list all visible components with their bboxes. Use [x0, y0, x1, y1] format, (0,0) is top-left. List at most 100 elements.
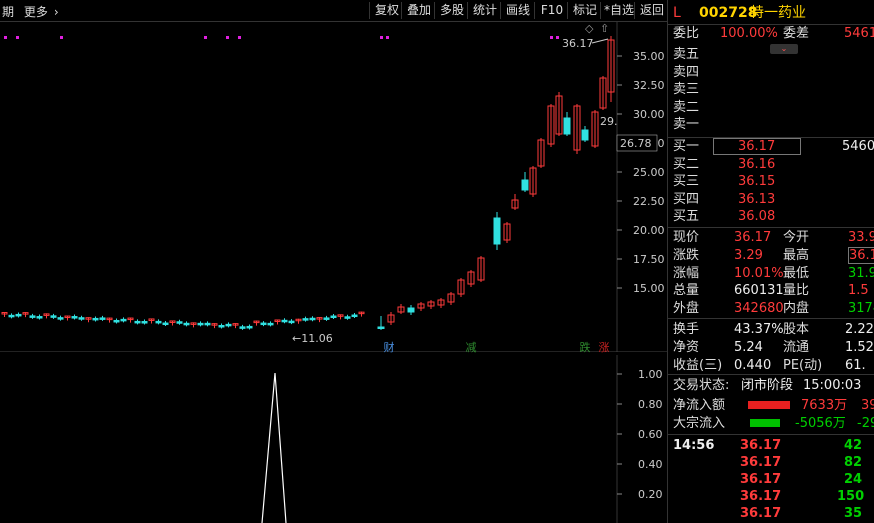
sell-level-label: 卖四	[673, 64, 700, 80]
sell-level-row: 卖四	[668, 64, 874, 81]
marker-dot	[226, 36, 229, 39]
buy-level-label: 买四	[673, 191, 700, 207]
wei-bi-row: 委比 100.00% 委差 5461	[668, 25, 874, 42]
stat-row: 收益(三) 0.440 PE(动) 61.	[668, 357, 874, 374]
candle-body	[183, 322, 190, 326]
price-tick-label: 17.50	[633, 253, 665, 266]
sell-level-label: 卖五	[673, 47, 700, 62]
low-price-label: ←11.06	[292, 332, 333, 345]
candle-body	[581, 129, 589, 141]
stats-button[interactable]: 统计	[467, 2, 502, 19]
period-label[interactable]: 期	[2, 5, 14, 19]
buy-level-price: 36.16	[738, 156, 776, 172]
net-inflow-bar	[748, 401, 790, 409]
back-button[interactable]: 返回	[634, 2, 669, 19]
tick-price: 36.17	[740, 489, 782, 504]
candlestick-chart[interactable]: 35.0032.5030.0027.5025.0022.5020.0017.50…	[0, 22, 667, 352]
price-tick-label: 32.50	[633, 79, 665, 92]
multi-stock-button[interactable]: 多股	[434, 2, 469, 19]
stat-value: 1.52亿	[845, 339, 874, 355]
stat-value: 1.5	[848, 283, 869, 299]
event-badge-finance[interactable]: 财	[382, 341, 396, 354]
tick-price: 36.17	[740, 438, 782, 453]
candle-body	[57, 317, 64, 320]
tick-price: 36.17	[740, 472, 782, 487]
candle-body	[563, 117, 571, 135]
stat-value: 36.1	[848, 246, 874, 264]
candle-body	[302, 318, 309, 321]
fuquan-button[interactable]: 复权	[369, 2, 404, 19]
stat-value: 10.01%	[734, 265, 784, 281]
chart-toolbar: 期 更多 › 复权 叠加 多股 统计 画线 F10 标记 *自选 返回	[0, 0, 667, 22]
sell-level-label: 卖三	[673, 82, 700, 97]
indicator-chart[interactable]: 1.00 0.80 0.60 0.40 0.20	[0, 355, 667, 523]
buy-level-label: 买一	[673, 139, 700, 154]
stat-value: 31.9	[848, 265, 874, 281]
stat-row: 涨跌 3.29 最高 36.1	[668, 246, 874, 264]
sell-level-row: 卖二	[668, 99, 874, 116]
candle-body	[260, 322, 267, 326]
candle-body	[288, 320, 295, 324]
price-markers: 36.17 29. ←11.06 ◇ ⇧	[292, 22, 618, 345]
price-axis: 35.0032.5030.0027.5025.0022.5020.0017.50…	[617, 50, 665, 295]
draw-line-button[interactable]: 画线	[500, 2, 535, 19]
candle-body	[281, 319, 288, 323]
overlay-button[interactable]: 叠加	[401, 2, 436, 19]
stat-value: 660131	[734, 283, 784, 299]
net-inflow-row: 净流入额 7633万 39	[673, 398, 874, 413]
more-button[interactable]: 更多 ›	[24, 5, 65, 19]
stat-value: 31745	[848, 301, 874, 317]
trade-state-row: 交易状态: 闭市阶段 15:00:03	[673, 378, 862, 393]
current-price-tag: 26.78	[620, 137, 652, 150]
high-price-arrow	[591, 38, 609, 44]
watchlist-button[interactable]: *自选	[600, 2, 637, 19]
diamond-icon[interactable]: ◇	[585, 22, 594, 35]
expand-up-icon[interactable]: ⇧	[600, 22, 609, 35]
candle-body	[155, 320, 162, 324]
candle-body	[225, 323, 232, 327]
buy-level-row: 买二 36.16	[668, 156, 874, 173]
tick-volume: 24	[844, 472, 863, 487]
candle-body	[134, 320, 141, 324]
stat-label: 最高	[783, 247, 810, 263]
event-badge-rise[interactable]: 涨	[597, 341, 611, 354]
stat-row: 换手 43.37%股本 2.22亿	[668, 321, 874, 338]
stat-row: 外盘 342680内盘 31745	[668, 300, 874, 317]
tick-row: 36.17 24	[668, 471, 874, 488]
toolbar-left: 期 更多 ›	[2, 3, 71, 20]
buy-level-price: 36.13	[738, 191, 776, 207]
side-price-label: 29.	[600, 115, 618, 128]
price-tick-label: 25.00	[633, 166, 665, 179]
tick-volume: 35	[844, 506, 863, 521]
f10-button[interactable]: F10	[534, 2, 569, 19]
sell-level-row: 卖一	[668, 116, 874, 133]
candle-body	[78, 317, 85, 320]
tick-volume: 150	[837, 489, 865, 504]
buy-level-price: 36.08	[738, 209, 776, 224]
event-badge-reduce[interactable]: 减	[464, 341, 478, 354]
marker-dot	[556, 36, 559, 39]
marker-dot	[4, 36, 7, 39]
candle-body	[377, 326, 385, 329]
buy-level-row: 买五 36.08	[668, 208, 874, 225]
candle-body	[309, 317, 316, 321]
sell-level-label: 卖二	[673, 99, 700, 115]
candle-body	[176, 321, 183, 324]
stock-name: 特一药业	[750, 5, 806, 21]
stat-label: 收益(三)	[673, 357, 723, 373]
sell-level-row: 卖三	[668, 81, 874, 98]
stat-value: 2.22亿	[845, 322, 874, 337]
price-tick-label: 30.00	[633, 108, 665, 121]
stock-flag: L	[673, 5, 681, 21]
mark-button[interactable]: 标记	[567, 2, 602, 19]
event-badge-fall[interactable]: 跌	[578, 341, 592, 354]
tick-row: 36.17 82	[668, 454, 874, 471]
stat-value: 33.9	[848, 230, 874, 245]
marker-dots	[4, 36, 559, 39]
price-tick-label: 35.00	[633, 50, 665, 63]
price-tick-label: 22.50	[633, 195, 665, 208]
candle-body	[8, 314, 15, 318]
wei-bi-value: 100.00%	[720, 26, 778, 41]
candle-body	[218, 324, 225, 328]
stat-row: 现价 36.17 今开 33.9	[668, 229, 874, 246]
